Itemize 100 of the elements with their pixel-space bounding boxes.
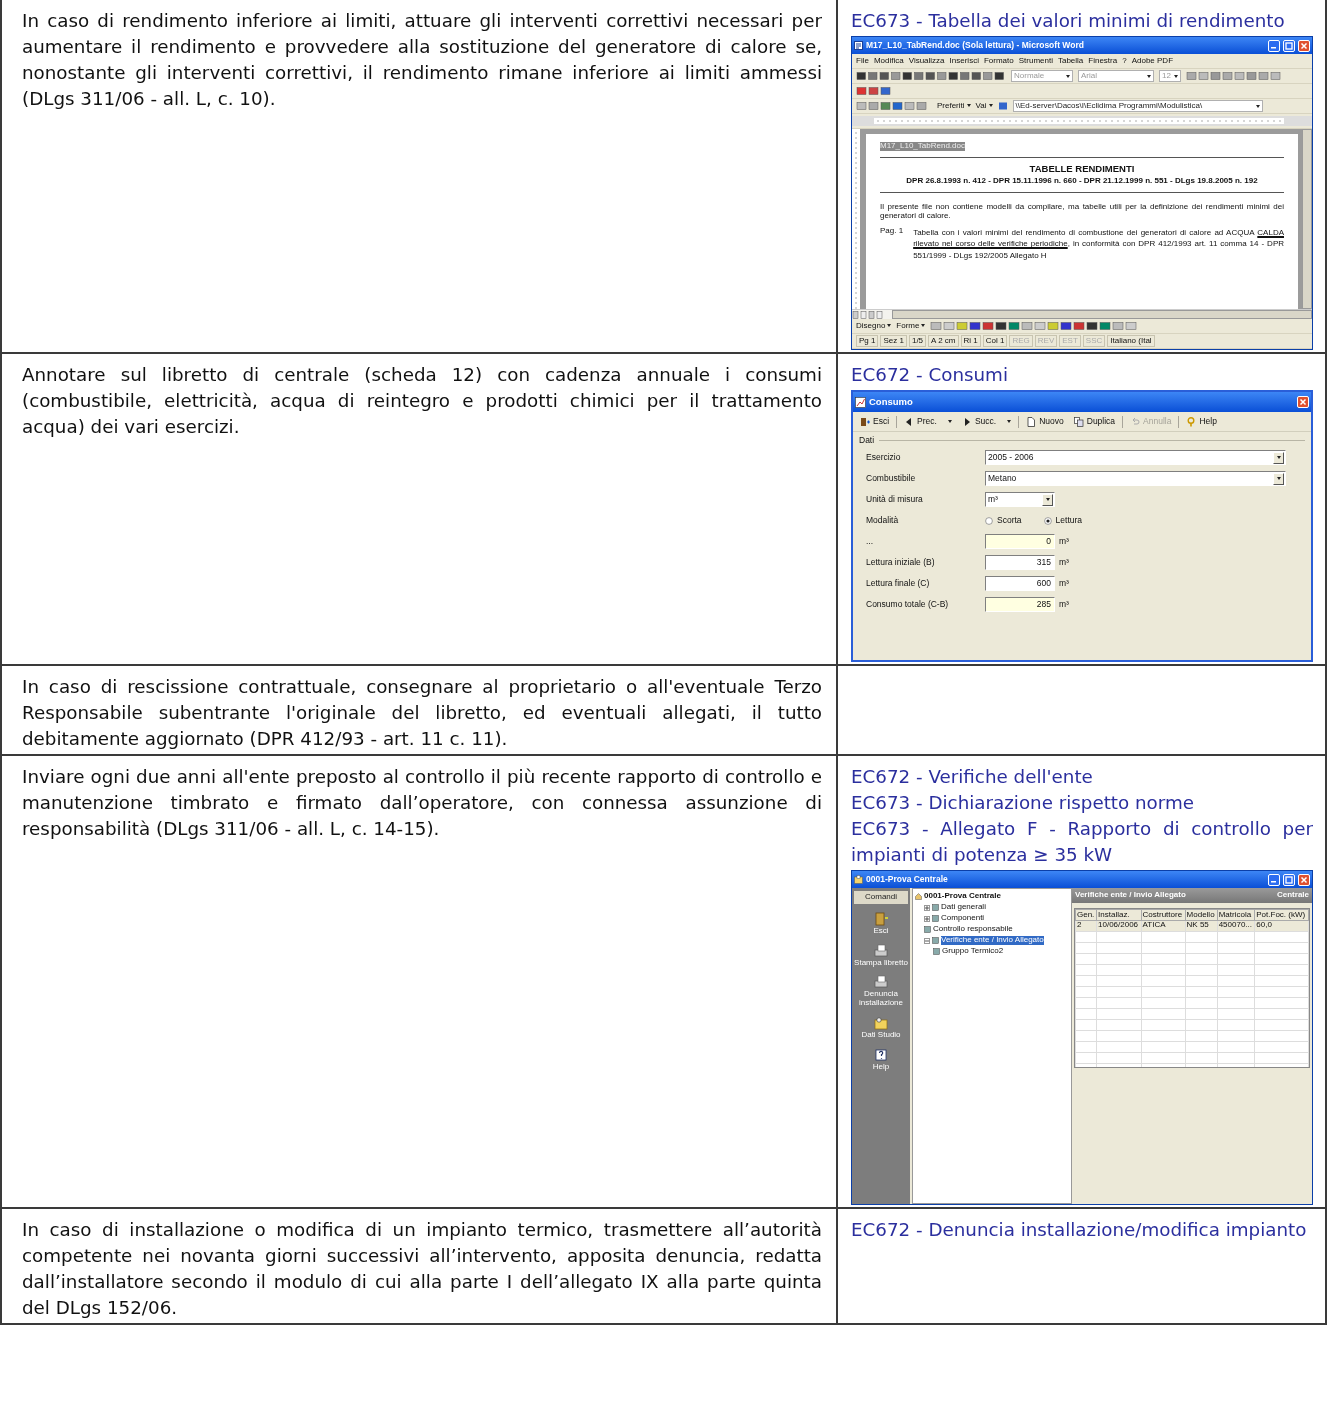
toolbar-button[interactable]: Succ. — [958, 415, 1020, 428]
radio-option[interactable]: Scorta — [985, 516, 1022, 526]
expand-toggle[interactable] — [924, 915, 930, 922]
close-button[interactable] — [1297, 396, 1309, 408]
column-header[interactable]: Pot.Foc. (kW) — [1254, 909, 1309, 921]
printer-icon — [873, 943, 889, 958]
minimize-button[interactable] — [1268, 873, 1280, 886]
field-label: ... — [865, 537, 875, 547]
tree-node-icon — [932, 904, 939, 911]
paragraph: Annotare sul libretto di centrale (scheda 12) con cadenza annuale i consumi (combustibile, elettricità, acqua di reintegro e prodotti chimici per il trattamento acqua) dei vari esercizi. — [22, 363, 822, 439]
minimize-button[interactable] — [1268, 39, 1280, 52]
document-label: M17_L10_TabRend.doc — [880, 142, 965, 151]
sidebar-command[interactable]: Dati Studio — [853, 1016, 909, 1040]
toolbar-button[interactable]: Help — [1183, 415, 1220, 428]
door-icon — [873, 911, 889, 926]
tree-item[interactable]: Controllo responsabile — [933, 925, 1013, 934]
close-button[interactable] — [1298, 39, 1310, 52]
sidebar-command[interactable]: Denuncia installazione — [853, 975, 909, 1008]
page-number: Pag. 1 — [880, 226, 904, 237]
dropdown-button[interactable]: Disegno — [856, 321, 892, 331]
status-field: Italiano (Ital — [1107, 335, 1155, 347]
paragraph: In caso di rescissione contrattuale, consegnare al proprietario o all'eventuale Terzo Responsabile subentrante l'originale del libretto, ed eventuali allegati, il tutto debitamente aggiornato (DPR 412/93 - art. 11 c. 11). — [22, 675, 822, 751]
menu-item[interactable]: Adobe PDF — [1131, 56, 1173, 66]
close-icon — [1300, 41, 1308, 50]
printer-icon — [873, 975, 889, 990]
pdf-toolbar-drawing — [856, 86, 892, 96]
link[interactable]: EC672 - Consumi — [851, 362, 1313, 388]
dropdown-button[interactable]: Vai — [975, 101, 993, 111]
paragraph: Inviare ogni due anni all'ente preposto al controllo il più recente rapporto di controllo e manutenzione timbrato e firmato dall’operatore, con connessa assunzione di responsabilità (DLgs 311/06 - all. L, c. 14-15). — [22, 765, 822, 841]
sidebar-tab[interactable]: Comandi — [854, 891, 908, 904]
tree-item[interactable]: Dati generali — [941, 903, 986, 912]
tree-item[interactable]: Verifiche ente / Invio Allegato — [941, 936, 1044, 945]
tree-node-icon — [933, 948, 940, 955]
address-field[interactable]: \\Ed-server\Dacos\I\Eclidima Programmi\Modulistica\ — [1012, 100, 1263, 112]
unit-label: m³ — [1059, 558, 1069, 568]
chart-icon — [855, 396, 866, 408]
tree-node-icon — [932, 937, 939, 944]
unit-label: m³ — [1059, 579, 1069, 589]
tree-item[interactable]: Gruppo Termico2 — [942, 947, 1004, 956]
dropdown-field[interactable]: 2005 - 2006 — [985, 450, 1286, 466]
status-field: Sez 1 — [880, 335, 907, 347]
dropdown-field[interactable]: Metano — [985, 471, 1286, 487]
tree-item[interactable]: Componenti — [941, 914, 985, 923]
expand-toggle[interactable] — [924, 937, 930, 944]
toolbar-button[interactable]: Prec. — [901, 415, 955, 428]
undo-arrow-icon — [1130, 416, 1141, 427]
toolbar-button[interactable]: Duplica — [1070, 415, 1124, 428]
column-header[interactable]: Costruttore — [1141, 909, 1186, 921]
number-field[interactable]: 315 — [985, 555, 1055, 571]
status-field: 1/5 — [908, 335, 927, 347]
link[interactable]: EC673 - Dichiarazione rispetto norme — [851, 790, 1313, 816]
dropdown-field[interactable]: m³ — [985, 492, 1055, 508]
close-button[interactable] — [1298, 873, 1310, 886]
menu-item[interactable]: Visualizza — [908, 56, 945, 66]
column-header[interactable]: Gen. — [1075, 909, 1097, 921]
column-header[interactable]: Installaz. — [1096, 909, 1142, 921]
dropdown-button[interactable]: Forme — [896, 321, 926, 331]
menu-item[interactable]: File — [856, 56, 869, 66]
document-subheading: DPR 26.8.1993 n. 412 - DPR 15.11.1996 n. 660 - DPR 21.12.1999 n. 551 - DLgs 19.8.2005 n. 192 — [905, 177, 1259, 187]
maximize-button[interactable] — [1283, 39, 1295, 52]
menu-item[interactable]: Finestra — [1088, 56, 1118, 66]
scrollbar[interactable] — [892, 310, 1312, 319]
status-field: Pg 1 — [856, 335, 879, 347]
window-title: M17_L10_TabRend.doc (Sola lettura) - Microsoft Word — [866, 40, 1085, 51]
field-label: Combustibile — [865, 474, 917, 484]
table-cell: 2 — [1075, 920, 1097, 932]
toolbar-button[interactable]: Esci — [857, 415, 898, 428]
sidebar-command[interactable]: Help — [853, 1047, 909, 1072]
link[interactable]: EC672 - Verifiche dell'ente — [851, 764, 1313, 790]
scrollbar[interactable] — [1302, 129, 1312, 309]
sidebar-command[interactable]: Stampa libretto — [853, 943, 909, 968]
dropdown-button[interactable]: Preferiti — [937, 101, 971, 111]
link[interactable]: EC673 - Tabella dei valori minimi di rendimento — [851, 8, 1313, 34]
toolbar-button[interactable]: Nuovo — [1023, 415, 1067, 428]
link[interactable]: EC673 - Allegato F - Rapporto di controllo per impianti di potenza ≥ 35 kW — [851, 816, 1313, 868]
copy-icon — [1073, 416, 1084, 427]
maximize-button[interactable] — [1283, 873, 1295, 886]
paragraph: In caso di installazione o modifica di un impianto termico, trasmettere all’autorità competente nei novanta giorni successivi all’intervento, apposita denuncia, redatta dall’installatore secondo il modulo di cui alla parte I dell’allegato IX alla parte quinta del DLgs 152/06. — [22, 1218, 822, 1320]
menu-item[interactable]: Strumenti — [1018, 56, 1053, 66]
menu-item[interactable]: Inserisci — [949, 56, 979, 66]
column-header[interactable]: Matricola — [1217, 909, 1255, 921]
column-header[interactable]: Modello — [1185, 909, 1218, 921]
radio-option[interactable]: Lettura — [1043, 516, 1083, 526]
unit-label: m³ — [1059, 537, 1069, 547]
tree-item[interactable]: 0001-Prova Centrale — [924, 892, 1001, 901]
tree-node-icon — [924, 926, 931, 933]
menu-item[interactable]: ? — [1122, 56, 1127, 66]
number-field: 285 — [985, 597, 1055, 613]
window-title: 0001-Prova Centrale — [866, 874, 949, 885]
table-cell: 10/06/2006 — [1096, 920, 1142, 932]
window-title: Consumo — [869, 396, 914, 408]
menu-item[interactable]: Modifica — [873, 56, 904, 66]
number-field[interactable]: 600 — [985, 576, 1055, 592]
expand-toggle[interactable] — [924, 904, 930, 911]
field-label: Lettura finale (C) — [865, 579, 931, 589]
field-label: Modalità — [865, 516, 900, 526]
menu-item[interactable]: Tabella — [1057, 56, 1084, 66]
monitor-icon — [997, 101, 1008, 111]
menu-item[interactable]: Formato — [983, 56, 1014, 66]
sidebar-command[interactable]: Esci — [853, 911, 909, 936]
